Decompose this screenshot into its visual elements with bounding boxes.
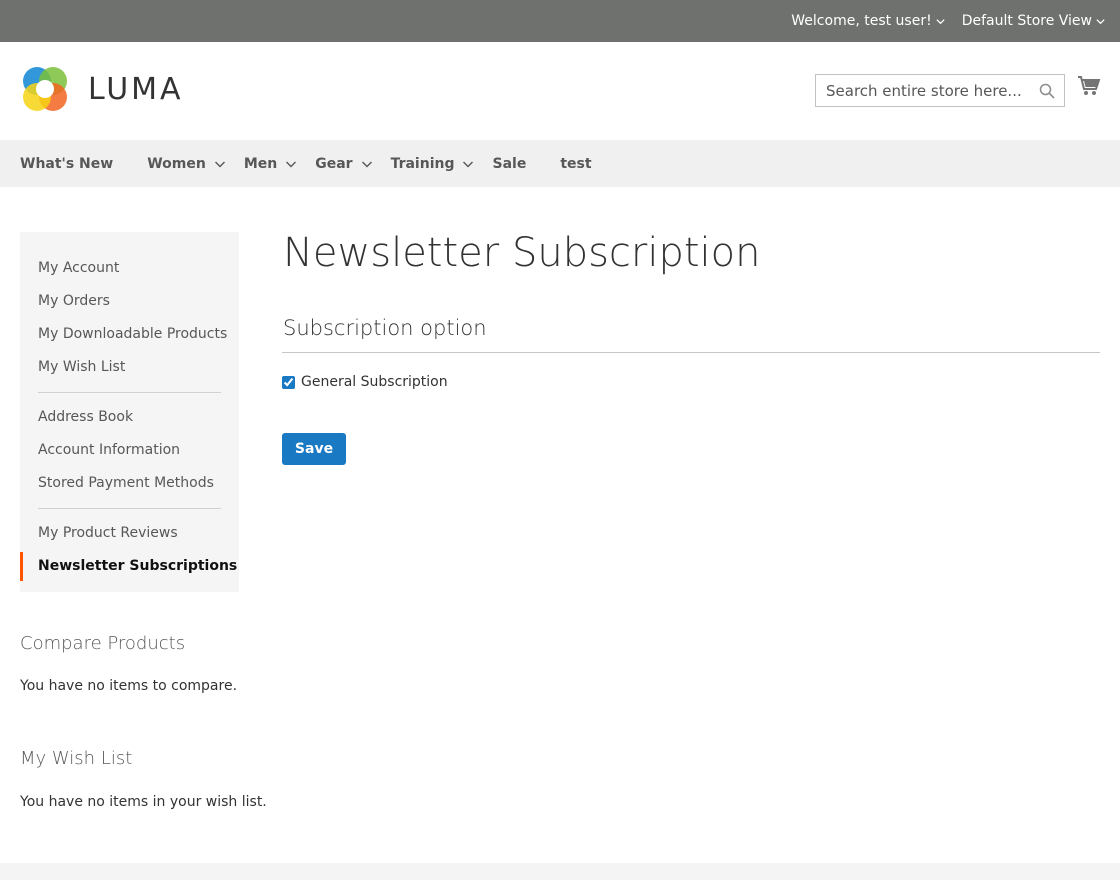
sidebar-item-stored-payment-methods[interactable]: Stored Payment Methods [20, 467, 239, 500]
nav-item-label: Sale [492, 155, 527, 172]
store-view-label: Default Store View [961, 13, 1092, 29]
chevron-down-icon [361, 161, 372, 167]
nav-item-label: test [560, 155, 592, 172]
nav-item-label: Women [147, 155, 206, 172]
general-subscription-label: General Subscription [301, 374, 448, 390]
chevron-down-icon [936, 18, 945, 24]
general-subscription-row[interactable]: General Subscription [282, 374, 448, 390]
sidebar-item-my-orders[interactable]: My Orders [20, 285, 239, 318]
welcome-text: Welcome, test user! [791, 13, 932, 29]
luma-logo-icon [23, 67, 67, 111]
compare-products-empty-text: You have no items to compare. [20, 678, 238, 694]
search-input[interactable] [826, 81, 1031, 100]
nav-item-label: What's New [20, 155, 114, 172]
sidebar-item-newsletter-subscriptions[interactable]: Newsletter Subscriptions [20, 550, 239, 583]
wishlist-title: My Wish List [20, 748, 133, 769]
sidebar-item-address-book[interactable]: Address Book [20, 401, 239, 434]
logo[interactable]: LUMA [20, 64, 184, 114]
legend-divider [282, 352, 1100, 353]
search-icon[interactable] [1039, 83, 1055, 99]
nav-item-label: Men [243, 155, 278, 172]
nav-item-women[interactable]: Women [147, 156, 226, 172]
general-subscription-checkbox[interactable] [282, 375, 295, 389]
compare-products-title: Compare Products [20, 633, 186, 654]
sidebar-item-wish-list[interactable]: My Wish List [20, 351, 239, 384]
panel-header: Welcome, test user! Default Store View [0, 0, 1120, 42]
nav-item-whats-new[interactable]: What's New [20, 156, 113, 172]
nav-item-training[interactable]: Training [391, 156, 475, 172]
store-switcher[interactable]: Default Store View [962, 13, 1106, 29]
account-nav-list: My Account My Orders My Downloadable Pro… [20, 232, 239, 583]
sidebar-divider [38, 508, 221, 509]
nav-item-test[interactable]: test [560, 156, 591, 172]
fieldset-legend: Subscription option [283, 316, 487, 340]
chevron-down-icon [463, 161, 474, 167]
sidebar-divider [38, 392, 221, 393]
nav-item-sale[interactable]: Sale [492, 156, 526, 172]
sidebar-item-account-information[interactable]: Account Information [20, 434, 239, 467]
footer [0, 863, 1120, 880]
chevron-down-icon [286, 161, 297, 167]
nav-item-gear[interactable]: Gear [315, 156, 372, 172]
search-box [815, 74, 1065, 107]
logo-text: LUMA [88, 71, 184, 107]
main-navigation: What's New Women Men Gear Training Sale … [0, 140, 1120, 187]
nav-item-men[interactable]: Men [244, 156, 297, 172]
sidebar-item-my-account[interactable]: My Account [20, 252, 239, 285]
page-title: Newsletter Subscription [283, 230, 761, 276]
chevron-down-icon [214, 161, 225, 167]
nav-item-label: Training [390, 155, 455, 172]
cart-icon[interactable] [1077, 75, 1101, 97]
save-button[interactable]: Save [282, 433, 346, 465]
welcome-menu[interactable]: Welcome, test user! [791, 13, 945, 29]
nav-item-label: Gear [315, 155, 353, 172]
site-header: LUMA [0, 42, 1120, 140]
account-sidebar: My Account My Orders My Downloadable Pro… [20, 232, 239, 592]
sidebar-item-product-reviews[interactable]: My Product Reviews [20, 517, 239, 550]
wishlist-empty-text: You have no items in your wish list. [20, 794, 267, 810]
chevron-down-icon [1096, 18, 1105, 24]
sidebar-item-downloadable-products[interactable]: My Downloadable Products [20, 318, 239, 351]
